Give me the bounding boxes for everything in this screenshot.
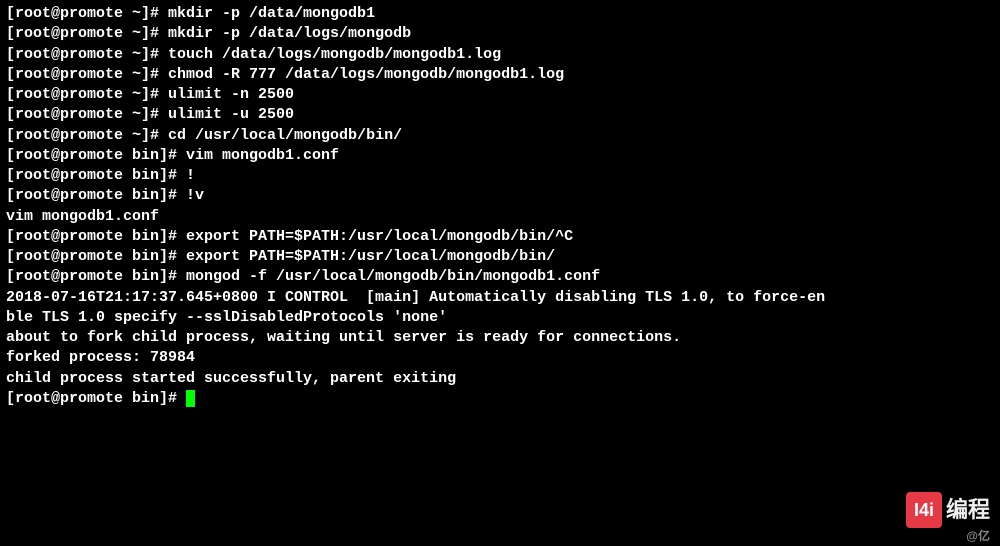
terminal-line: [root@promote bin]# ! — [6, 166, 994, 186]
terminal-line: [root@promote bin]# mongod -f /usr/local… — [6, 267, 994, 287]
shell-prompt: [root@promote bin]# — [6, 390, 186, 407]
terminal-line: [root@promote ~]# chmod -R 777 /data/log… — [6, 65, 994, 85]
terminal-line: forked process: 78984 — [6, 348, 994, 368]
terminal-line: [root@promote ~]# touch /data/logs/mongo… — [6, 45, 994, 65]
terminal-line: about to fork child process, waiting unt… — [6, 328, 994, 348]
terminal-line: child process started successfully, pare… — [6, 369, 994, 389]
terminal-line: [root@promote ~]# ulimit -n 2500 — [6, 85, 994, 105]
terminal-line: ble TLS 1.0 specify --sslDisabledProtoco… — [6, 308, 994, 328]
terminal-prompt-line[interactable]: [root@promote bin]# — [6, 389, 994, 409]
terminal-line: [root@promote bin]# vim mongodb1.conf — [6, 146, 994, 166]
watermark-subtext: @亿 — [966, 528, 990, 544]
terminal-output[interactable]: [root@promote ~]# mkdir -p /data/mongodb… — [6, 4, 994, 409]
terminal-line: [root@promote ~]# ulimit -u 2500 — [6, 105, 994, 125]
terminal-line: [root@promote ~]# mkdir -p /data/mongodb… — [6, 4, 994, 24]
watermark: I4i 编程 — [906, 492, 990, 528]
terminal-line: vim mongodb1.conf — [6, 207, 994, 227]
terminal-line: [root@promote ~]# cd /usr/local/mongodb/… — [6, 126, 994, 146]
terminal-line: [root@promote bin]# !v — [6, 186, 994, 206]
terminal-line: [root@promote bin]# export PATH=$PATH:/u… — [6, 227, 994, 247]
terminal-line: [root@promote bin]# export PATH=$PATH:/u… — [6, 247, 994, 267]
watermark-text: 编程 — [946, 495, 990, 525]
cursor-icon — [186, 390, 195, 407]
terminal-line: 2018-07-16T21:17:37.645+0800 I CONTROL [… — [6, 288, 994, 308]
watermark-logo-icon: I4i — [906, 492, 942, 528]
terminal-line: [root@promote ~]# mkdir -p /data/logs/mo… — [6, 24, 994, 44]
